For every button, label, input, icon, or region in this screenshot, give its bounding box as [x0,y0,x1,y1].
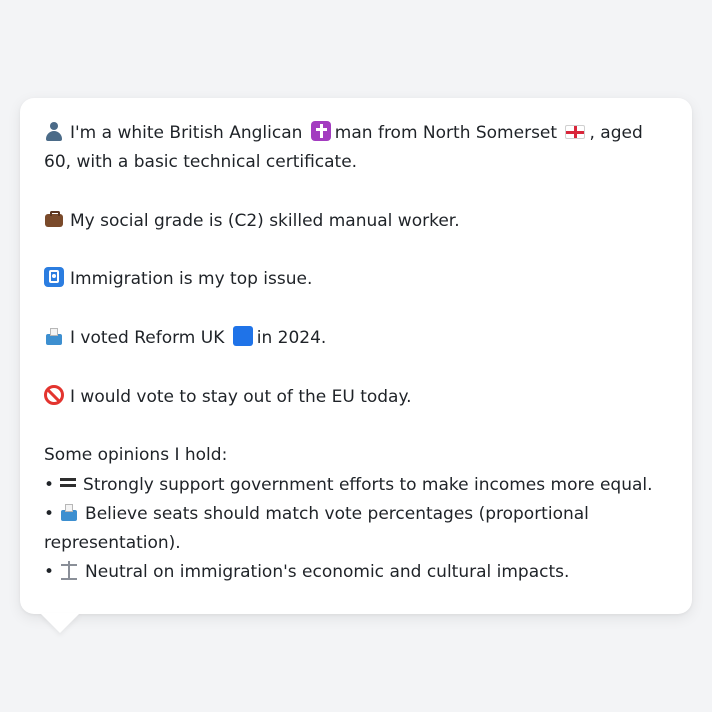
opinion-text: Believe seats should match vote percenta… [44,503,589,554]
vote-2024-text-b: in 2024. [256,328,327,349]
eu-vote-line: I would vote to stay out of the EU today… [44,383,668,412]
person-icon [44,121,64,141]
social-grade-line: My social grade is (C2) skilled manual w… [44,207,668,236]
briefcase-icon [44,209,64,229]
top-issue-line: Immigration is my top issue. [44,265,668,294]
intro-text: I'm a white British Anglican [70,123,303,143]
vote-2024-line: I voted Reform UK in 2024. [44,324,668,353]
opinion-text: Strongly support government efforts to m… [83,474,653,495]
balance-scale-icon [59,560,79,580]
opinion-item: • Believe seats should match vote percent… [44,500,668,559]
ballot-box-icon [59,502,79,522]
bullet: • [44,562,55,583]
eu-vote-text: I would vote to stay out of the EU today… [70,386,412,407]
opinion-item: • Strongly support government efforts to … [44,471,668,500]
bullet: • [44,503,55,524]
vote-2024-text-a: I voted Reform UK [70,328,225,349]
intro-line: I'm a white British Anglican man from No… [44,119,668,178]
stage: I'm a white British Anglican man from No… [0,0,712,712]
england-flag-icon [565,125,586,139]
social-grade-text: My social grade is (C2) skilled manual w… [70,210,460,231]
top-issue-text: Immigration is my top issue. [70,269,313,290]
opinion-item: • Neutral on immigration's economic and c… [44,558,668,587]
opinions-heading: Some opinions I hold: [44,445,228,466]
blue-square-icon [232,326,253,347]
intro-text-2: man from North Somerset [334,123,558,143]
opinion-text: Neutral on immigration's economic and cu… [85,562,570,583]
persona-speech-bubble: I'm a white British Anglican man from No… [20,98,692,614]
bullet: • [44,474,55,495]
ballot-box-icon [44,326,64,346]
prohibited-icon [44,384,64,405]
equals-icon [59,473,77,493]
latin-cross-icon [310,121,331,141]
passport-control-icon [44,267,64,288]
speech-bubble-tail [40,613,80,633]
